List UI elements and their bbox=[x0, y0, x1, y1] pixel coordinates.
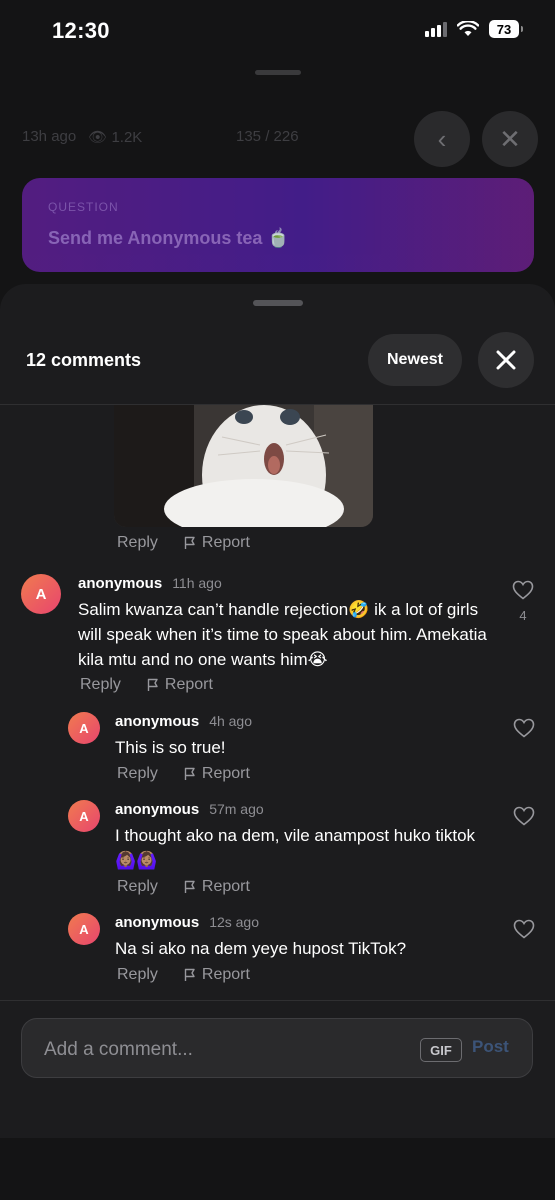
report-button[interactable]: Report bbox=[184, 534, 250, 552]
like-button[interactable]: 4 bbox=[512, 580, 534, 623]
question-label: QUESTION bbox=[48, 200, 119, 214]
reply-text: Na si ako na dem yeye hupost TikTok? bbox=[115, 939, 407, 958]
reply-button[interactable]: Reply bbox=[117, 765, 158, 783]
comment-text: Salim kwanza can’t handle rejection🤣 ik … bbox=[78, 600, 487, 669]
avatar[interactable]: A bbox=[68, 913, 100, 945]
comments-count-title: 12 comments bbox=[26, 350, 142, 370]
flag-icon bbox=[184, 968, 195, 981]
question-card: QUESTION Send me Anonymous tea 🍵 bbox=[22, 178, 534, 272]
avatar[interactable]: A bbox=[68, 712, 100, 744]
report-label: Report bbox=[164, 676, 213, 693]
like-button[interactable] bbox=[513, 718, 535, 738]
cat-gif-icon bbox=[114, 405, 373, 527]
story-meta: 13h ago 👁 1.2K 135 / 226 bbox=[22, 128, 299, 146]
report-button[interactable]: Report bbox=[184, 765, 250, 783]
reply-header: anonymous 4h ago bbox=[115, 713, 252, 730]
reply-button[interactable]: Reply bbox=[117, 534, 158, 552]
reply-button[interactable]: Reply bbox=[117, 966, 158, 984]
question-text: Send me Anonymous tea 🍵 bbox=[48, 228, 290, 248]
gif-image[interactable] bbox=[114, 405, 373, 527]
comment-composer: GIF Post bbox=[21, 1018, 533, 1078]
comments-sheet: 12 comments Newest Reply Report A anonym… bbox=[0, 284, 555, 1138]
back-button[interactable]: ‹ bbox=[414, 111, 470, 167]
background-drag-handle bbox=[255, 70, 301, 75]
gif-comment-actions: Reply Report bbox=[117, 534, 250, 552]
like-button[interactable] bbox=[513, 806, 535, 826]
composer-divider bbox=[0, 1000, 555, 1001]
report-button[interactable]: Report bbox=[184, 966, 250, 984]
flag-icon bbox=[184, 767, 195, 780]
comment-header: anonymous 11h ago bbox=[78, 575, 222, 592]
reply-text: I thought ako na dem, vile anampost huko… bbox=[115, 826, 476, 870]
sort-newest-button[interactable]: Newest bbox=[368, 334, 462, 386]
story-time-ago: 13h ago bbox=[22, 128, 77, 145]
status-bar: 12:30 73 bbox=[0, 0, 555, 64]
sheet-header: 12 comments Newest bbox=[0, 324, 555, 404]
heart-icon bbox=[513, 919, 535, 939]
views-count: 👁 1.2K bbox=[88, 129, 143, 146]
like-count: 4 bbox=[519, 608, 527, 623]
chevron-left-icon: ‹ bbox=[437, 123, 447, 154]
avatar[interactable]: A bbox=[21, 574, 61, 614]
flag-icon bbox=[184, 536, 195, 549]
reply-username[interactable]: anonymous bbox=[115, 914, 199, 931]
background-close-button[interactable]: ✕ bbox=[482, 111, 538, 167]
signal-icon bbox=[425, 21, 447, 37]
comment-actions: Reply Report bbox=[80, 676, 213, 694]
report-label: Report bbox=[201, 878, 250, 895]
heart-icon bbox=[513, 718, 535, 738]
story-position: 135 / 226 bbox=[236, 128, 299, 145]
reply-button[interactable]: Reply bbox=[80, 676, 121, 694]
close-icon: ✕ bbox=[499, 123, 521, 154]
report-label: Report bbox=[201, 966, 250, 983]
reply-timestamp: 4h ago bbox=[209, 713, 253, 729]
reply-button[interactable]: Reply bbox=[117, 878, 158, 896]
reply-actions: Reply Report bbox=[117, 878, 250, 896]
report-button[interactable]: Report bbox=[184, 878, 250, 896]
status-time: 12:30 bbox=[52, 18, 110, 43]
reply-username[interactable]: anonymous bbox=[115, 713, 199, 730]
wifi-icon bbox=[457, 21, 479, 36]
report-label: Report bbox=[201, 534, 250, 551]
reply-timestamp: 57m ago bbox=[209, 801, 264, 817]
heart-icon bbox=[513, 806, 535, 826]
sheet-drag-handle[interactable] bbox=[253, 300, 303, 306]
flag-icon bbox=[147, 678, 158, 691]
reply-username[interactable]: anonymous bbox=[115, 801, 199, 818]
comment-input[interactable] bbox=[42, 1034, 406, 1066]
reply-actions: Reply Report bbox=[117, 765, 250, 783]
status-icons: 73 bbox=[425, 20, 523, 38]
report-button[interactable]: Report bbox=[147, 676, 213, 694]
reply-actions: Reply Report bbox=[117, 966, 250, 984]
comment-username[interactable]: anonymous bbox=[78, 575, 162, 592]
bottom-safe-area bbox=[0, 1138, 555, 1200]
reply-timestamp: 12s ago bbox=[209, 914, 260, 930]
battery-icon: 73 bbox=[489, 20, 523, 38]
reply-header: anonymous 12s ago bbox=[115, 914, 259, 931]
heart-icon bbox=[512, 580, 534, 600]
reply-text: This is so true! bbox=[115, 738, 226, 757]
comment-timestamp: 11h ago bbox=[172, 575, 222, 591]
close-sheet-button[interactable] bbox=[478, 332, 534, 388]
avatar[interactable]: A bbox=[68, 800, 100, 832]
flag-icon bbox=[184, 880, 195, 893]
close-icon bbox=[496, 350, 516, 370]
like-button[interactable] bbox=[513, 919, 535, 939]
report-label: Report bbox=[201, 765, 250, 782]
reply-header: anonymous 57m ago bbox=[115, 801, 264, 818]
post-button[interactable]: Post bbox=[472, 1037, 509, 1057]
gif-button[interactable]: GIF bbox=[420, 1038, 462, 1062]
